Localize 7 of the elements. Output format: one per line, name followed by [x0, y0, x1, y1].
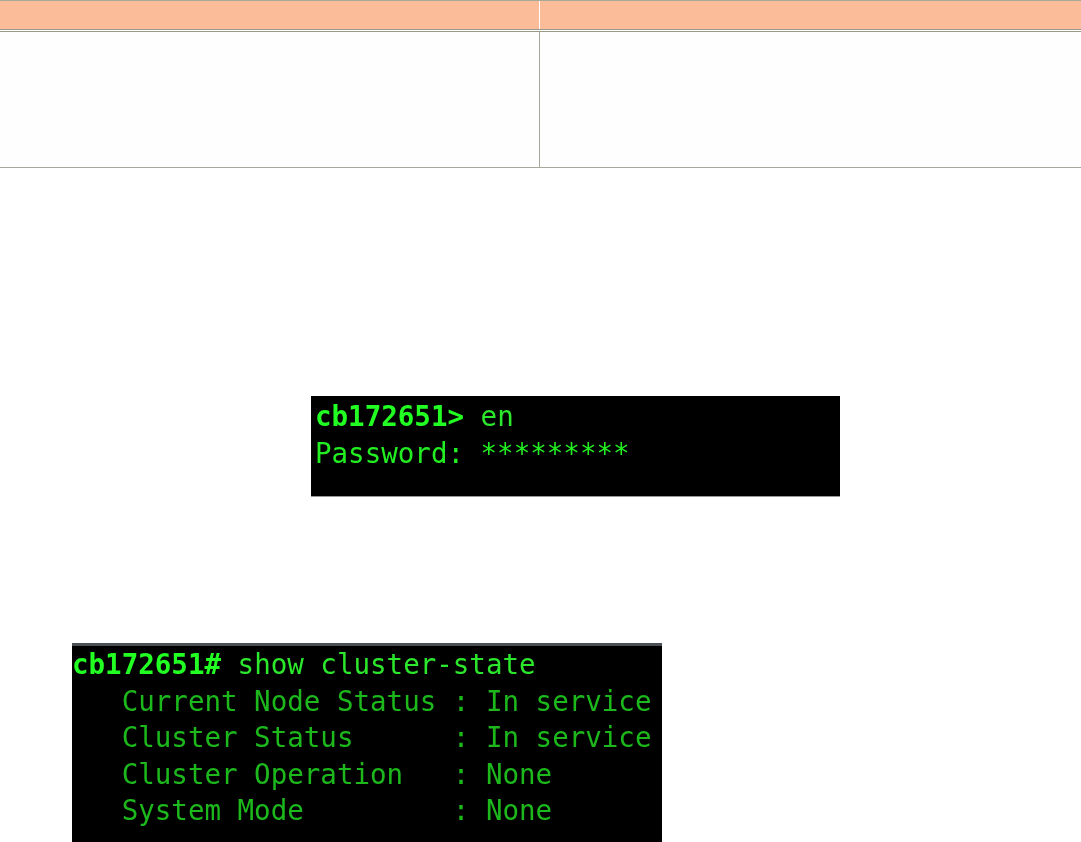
output-line: Cluster Operation : None: [120, 756, 553, 792]
output-line: System Mode : None: [120, 793, 553, 828]
output-line: Current Node Status : In service: [120, 683, 652, 719]
command-line: cb172651> en: [315, 399, 514, 434]
output-line: Cluster Status : In service: [120, 720, 652, 755]
password-line: Password: *********: [315, 435, 630, 471]
command-line: cb172651# show cluster-state: [72, 647, 536, 682]
